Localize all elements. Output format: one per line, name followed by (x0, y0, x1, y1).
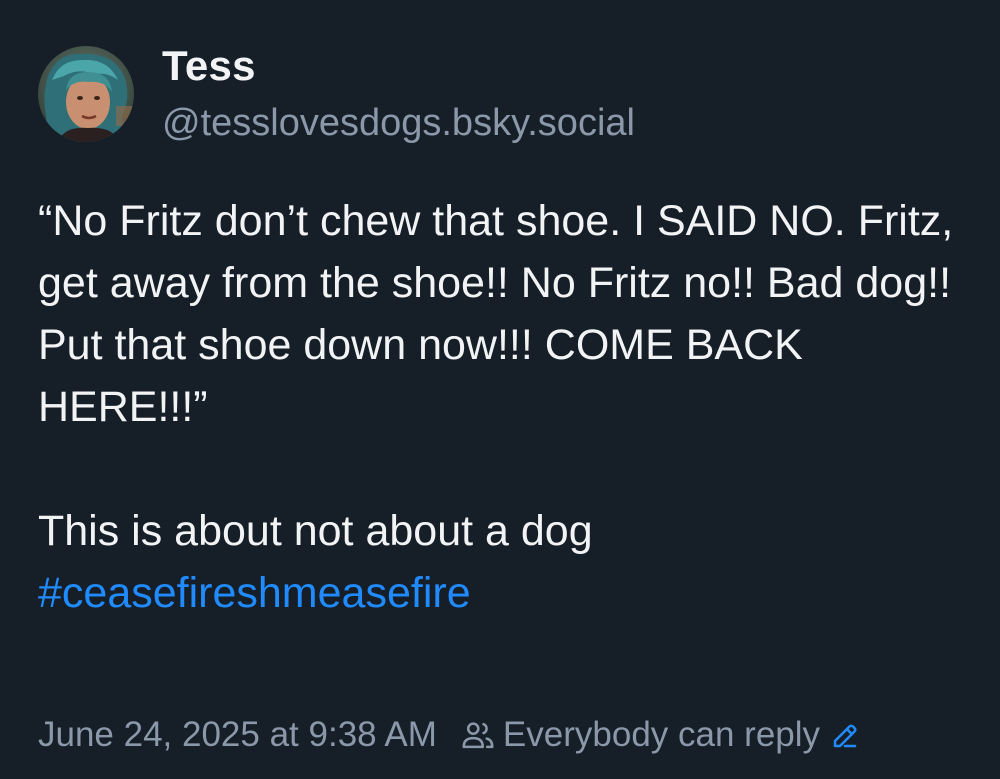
hashtag-link[interactable]: #ceasefireshmeasefire (38, 562, 471, 624)
reply-settings-label: Everybody can reply (502, 715, 821, 754)
post-footer: June 24, 2025 at 9:38 AM Everybody can r… (38, 710, 860, 760)
post-paragraph-1: “No Fritz don’t chew that shoe. I SAID N… (38, 197, 954, 431)
people-icon (459, 716, 497, 754)
post-text: “No Fritz don’t chew that shoe. I SAID N… (38, 190, 968, 624)
avatar[interactable] (38, 46, 134, 142)
post-card: Tess @tesslovesdogs.bsky.social “No Frit… (0, 0, 1000, 779)
author-handle[interactable]: @tesslovesdogs.bsky.social (162, 100, 635, 146)
avatar-image (38, 46, 134, 142)
author-names: Tess @tesslovesdogs.bsky.social (162, 42, 635, 146)
pencil-icon (830, 720, 860, 750)
post-timestamp[interactable]: June 24, 2025 at 9:38 AM (38, 710, 437, 760)
post-paragraph-2: This is about not about a dog (38, 507, 593, 555)
reply-settings-button[interactable]: Everybody can reply (459, 715, 860, 755)
post-header: Tess @tesslovesdogs.bsky.social (38, 42, 635, 146)
author-display-name[interactable]: Tess (162, 42, 635, 90)
